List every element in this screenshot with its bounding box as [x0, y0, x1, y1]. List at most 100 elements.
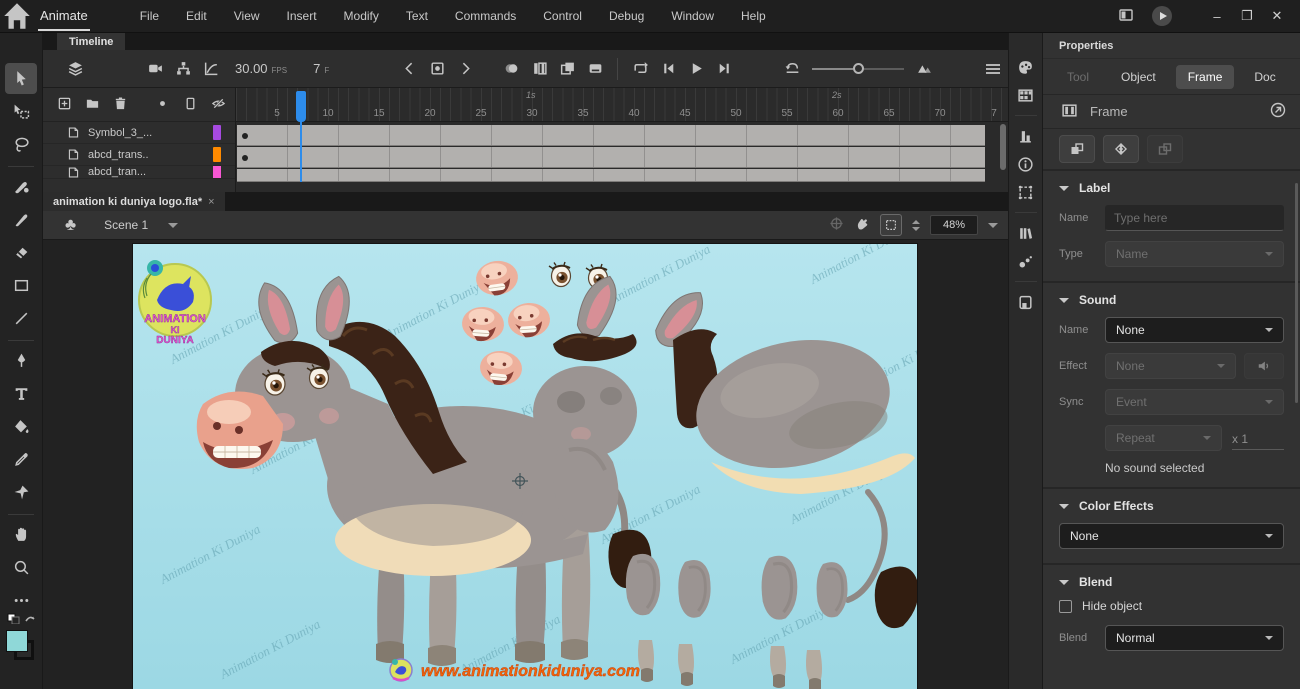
zoom-stepper[interactable] — [912, 220, 920, 231]
new-layer-icon[interactable] — [57, 96, 72, 114]
parenting-view-icon[interactable] — [169, 55, 197, 83]
upper-leg-4[interactable] — [817, 562, 848, 617]
layer-row-abcd-trans-1[interactable]: abcd_trans.. — [43, 144, 235, 166]
tab-doc[interactable]: Doc — [1242, 65, 1287, 89]
timeline-zoom-slider[interactable] — [812, 63, 904, 74]
collapse-section-icon[interactable] — [1059, 504, 1069, 509]
eyedropper-tool[interactable] — [5, 444, 37, 475]
loop-playback-icon[interactable] — [626, 55, 654, 83]
new-folder-icon[interactable] — [85, 96, 100, 114]
scene-dropdown-icon[interactable] — [168, 223, 178, 228]
fit-timeline-icon[interactable] — [910, 55, 938, 83]
workspace-layout-icon[interactable] — [1118, 7, 1134, 26]
close-document-icon[interactable]: × — [208, 196, 214, 208]
edit-sound-envelope-button[interactable] — [1244, 353, 1284, 379]
show-hide-all-icon[interactable] — [211, 96, 226, 114]
tab-object[interactable]: Object — [1109, 65, 1168, 89]
layer-color-chip[interactable] — [213, 166, 221, 179]
properties-scrollbar[interactable] — [1295, 183, 1298, 403]
insert-frame-span-icon[interactable] — [581, 55, 609, 83]
sound-name-dropdown[interactable]: None — [1105, 317, 1284, 343]
tab-tool[interactable]: Tool — [1055, 65, 1101, 89]
collapse-section-icon[interactable] — [1059, 298, 1069, 303]
onion-skin-icon[interactable] — [497, 55, 525, 83]
window-restore-button[interactable]: ❐ — [1234, 5, 1260, 27]
previous-keyframe-icon[interactable] — [395, 55, 423, 83]
swap-frames-button[interactable] — [1059, 135, 1095, 163]
timeline-ruler[interactable]: 1s 2s 5 10 15 20 25 30 35 40 45 50 55 60… — [236, 88, 1008, 122]
window-minimize-button[interactable]: – — [1204, 5, 1230, 27]
keyframe-dot[interactable] — [242, 155, 248, 161]
clip-content-button[interactable] — [880, 214, 902, 236]
menu-item-file[interactable]: File — [140, 9, 159, 23]
fill-color-swatch[interactable] — [6, 630, 28, 652]
sound-sync-dropdown[interactable]: Event — [1105, 389, 1284, 415]
sound-repeat-dropdown[interactable]: Repeat — [1105, 425, 1222, 451]
upper-leg-1[interactable] — [626, 554, 660, 615]
stage[interactable]: Animation Ki Duniya Animation Ki Duniya … — [133, 244, 917, 689]
color-panel-icon[interactable] — [1013, 55, 1039, 79]
frame-span-layer-1[interactable] — [237, 125, 985, 146]
menu-item-debug[interactable]: Debug — [609, 9, 644, 23]
home-icon[interactable] — [0, 0, 34, 33]
insert-keyframe-icon[interactable] — [423, 55, 451, 83]
sync-symbols-button[interactable] — [1147, 135, 1183, 163]
slider-knob[interactable] — [853, 63, 864, 74]
transform-panel-icon[interactable] — [1013, 180, 1039, 204]
free-transform-tool[interactable] — [5, 96, 37, 127]
next-keyframe-icon[interactable] — [451, 55, 479, 83]
timeline-play-icon[interactable] — [682, 55, 710, 83]
layer-row-abcd-trans-2[interactable]: abcd_tran... — [43, 166, 235, 179]
delete-layer-icon[interactable] — [113, 96, 128, 114]
collapse-section-icon[interactable] — [1059, 580, 1069, 585]
eraser-tool[interactable] — [5, 237, 37, 268]
menu-item-modify[interactable]: Modify — [344, 9, 379, 23]
classic-brush-tool[interactable] — [5, 204, 37, 235]
align-panel-icon[interactable] — [1013, 124, 1039, 148]
lasso-tool[interactable] — [5, 129, 37, 160]
keyframe-dot[interactable] — [242, 133, 248, 139]
fluid-brush-tool[interactable] — [5, 171, 37, 202]
swatches-panel-icon[interactable] — [1013, 83, 1039, 107]
zoom-tool[interactable] — [5, 552, 37, 583]
menu-item-control[interactable]: Control — [543, 9, 582, 23]
pen-tool[interactable] — [5, 345, 37, 376]
label-type-dropdown[interactable]: Name — [1105, 241, 1284, 267]
code-snippets-button[interactable] — [1103, 135, 1139, 163]
layer-row-symbol-3[interactable]: Symbol_3_... — [43, 122, 235, 144]
swap-colors-icon[interactable] — [6, 612, 36, 624]
frame-span-layer-2[interactable] — [237, 147, 985, 168]
playhead[interactable] — [296, 91, 306, 122]
frame-span-layer-3[interactable] — [237, 169, 985, 182]
zoom-dropdown-icon[interactable] — [988, 223, 998, 228]
edit-multiple-frames-icon[interactable] — [553, 55, 581, 83]
paint-bucket-tool[interactable] — [5, 411, 37, 442]
menu-item-commands[interactable]: Commands — [455, 9, 516, 23]
zoom-level-value[interactable]: 48% — [930, 215, 978, 235]
menu-item-edit[interactable]: Edit — [186, 9, 207, 23]
menu-item-insert[interactable]: Insert — [287, 9, 317, 23]
step-back-icon[interactable] — [654, 55, 682, 83]
rectangle-tool[interactable] — [5, 270, 37, 301]
info-panel-icon[interactable] — [1013, 152, 1039, 176]
menu-item-help[interactable]: Help — [741, 9, 766, 23]
sound-effect-dropdown[interactable]: None — [1105, 353, 1236, 379]
outline-view-icon[interactable] — [183, 96, 198, 114]
step-forward-icon[interactable] — [710, 55, 738, 83]
color-effects-dropdown[interactable]: None — [1059, 523, 1284, 549]
library-panel-icon[interactable] — [1013, 221, 1039, 245]
highlight-layer-icon[interactable] — [155, 96, 170, 114]
history-panel-icon[interactable] — [1013, 290, 1039, 314]
menu-item-view[interactable]: View — [234, 9, 260, 23]
stage-artwork[interactable]: Animation Ki Duniya Animation Ki Duniya … — [133, 244, 917, 689]
window-close-button[interactable]: ✕ — [1264, 5, 1290, 27]
menu-item-text[interactable]: Text — [406, 9, 428, 23]
collapse-section-icon[interactable] — [1059, 186, 1069, 191]
hand-tool[interactable] — [5, 519, 37, 550]
label-name-input[interactable] — [1105, 205, 1284, 231]
pasteboard[interactable]: Animation Ki Duniya Animation Ki Duniya … — [43, 240, 1008, 689]
line-tool[interactable] — [5, 303, 37, 334]
selection-tool[interactable] — [5, 63, 37, 94]
app-name[interactable]: Animate — [38, 1, 90, 31]
zoom-increase-icon[interactable] — [912, 220, 920, 224]
